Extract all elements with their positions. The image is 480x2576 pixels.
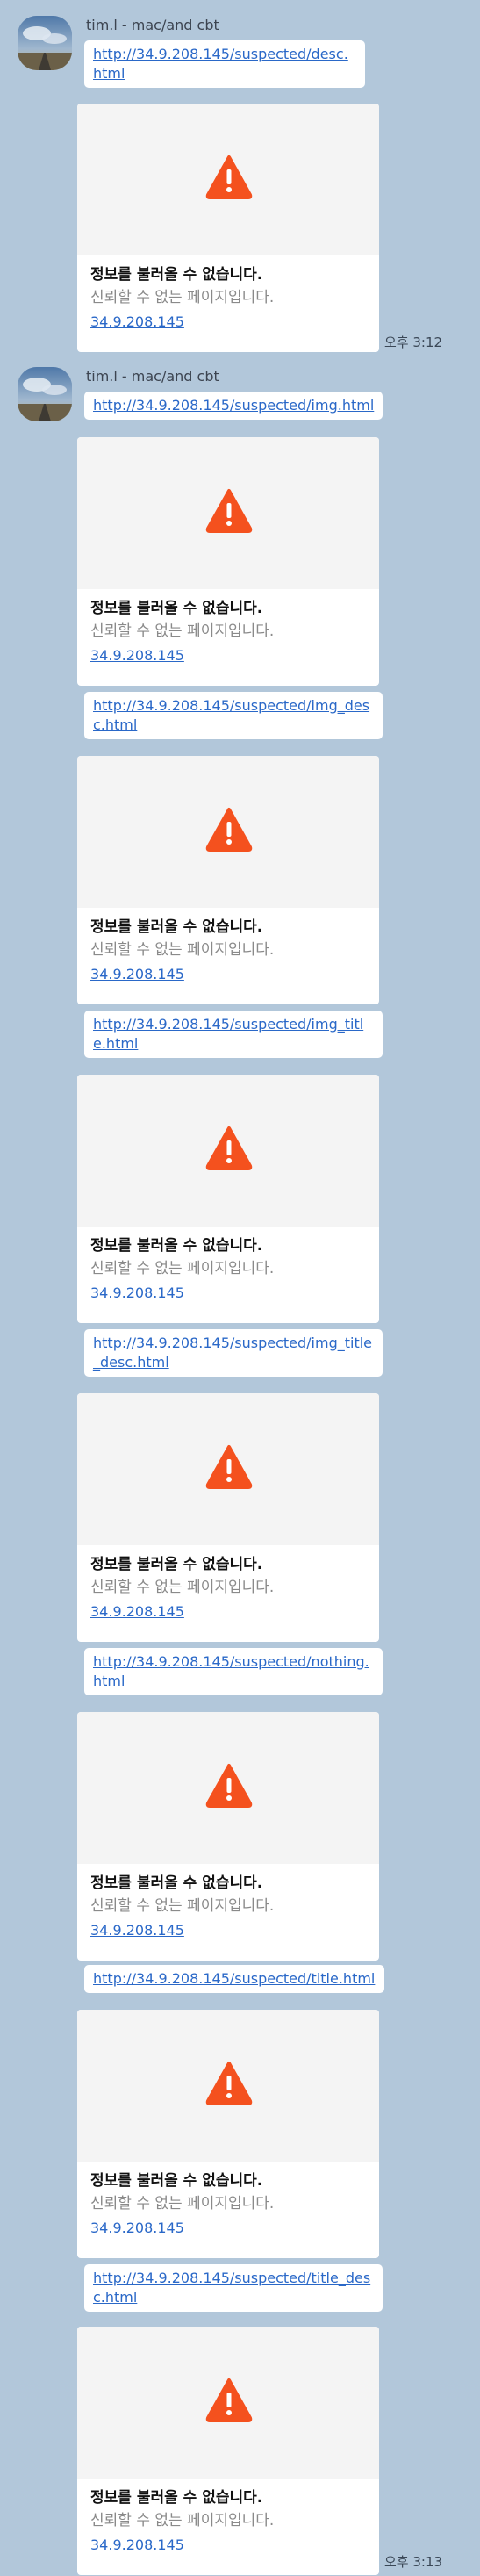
preview-domain-link[interactable]: 34.9.208.145	[90, 2216, 379, 2241]
preview-description: 신뢰할 수 없는 페이지입니다.	[90, 2195, 275, 2213]
link-preview-card[interactable]: 정보를 불러올 수 없습니다. 신뢰할 수 없는 페이지입니다. 34.9.20…	[77, 1712, 379, 1961]
warning-icon	[205, 2378, 253, 2422]
preview-image-area	[77, 1393, 379, 1545]
preview-domain-link[interactable]: 34.9.208.145	[90, 1600, 379, 1624]
preview-title: 정보를 불러올 수 없습니다.	[90, 2489, 263, 2507]
warning-icon	[205, 489, 253, 533]
link-preview-card[interactable]: 정보를 불러올 수 없습니다. 신뢰할 수 없는 페이지입니다. 34.9.20…	[77, 1075, 379, 1323]
preview-image-area	[77, 2327, 379, 2479]
landscape-avatar-icon	[18, 367, 72, 421]
preview-title: 정보를 불러올 수 없습니다.	[90, 2172, 263, 2190]
preview-image-area	[77, 756, 379, 908]
sender-name: tim.l - mac/and cbt	[86, 17, 219, 33]
link-preview-card[interactable]: 정보를 불러올 수 없습니다. 신뢰할 수 없는 페이지입니다. 34.9.20…	[77, 437, 379, 686]
preview-title: 정보를 불러올 수 없습니다.	[90, 266, 263, 284]
message-time: 오후 3:13	[384, 2554, 443, 2570]
preview-description: 신뢰할 수 없는 페이지입니다.	[90, 1579, 275, 1596]
preview-image-area	[77, 1712, 379, 1864]
preview-description: 신뢰할 수 없는 페이지입니다.	[90, 941, 275, 959]
preview-domain-link[interactable]: 34.9.208.145	[90, 644, 379, 668]
preview-domain-link[interactable]: 34.9.208.145	[90, 962, 379, 987]
link-message[interactable]: http://34.9.208.145/suspected/title.html	[84, 1965, 384, 1993]
landscape-avatar-icon	[18, 16, 72, 70]
preview-title: 정보를 불러올 수 없습니다.	[90, 918, 263, 936]
warning-icon	[205, 808, 253, 852]
preview-domain-link[interactable]: 34.9.208.145	[90, 1281, 379, 1306]
link-preview-card[interactable]: 정보를 불러올 수 없습니다. 신뢰할 수 없는 페이지입니다. 34.9.20…	[77, 104, 379, 352]
preview-title: 정보를 불러올 수 없습니다.	[90, 600, 263, 617]
preview-description: 신뢰할 수 없는 페이지입니다.	[90, 622, 275, 640]
preview-description: 신뢰할 수 없는 페이지입니다.	[90, 2512, 275, 2529]
warning-icon	[205, 2062, 253, 2105]
preview-title: 정보를 불러올 수 없습니다.	[90, 1874, 263, 1892]
link-message[interactable]: http://34.9.208.145/suspected/img_title_…	[84, 1329, 383, 1377]
preview-image-area	[77, 437, 379, 589]
preview-title: 정보를 불러올 수 없습니다.	[90, 1556, 263, 1573]
preview-image-area	[77, 104, 379, 255]
preview-domain-link[interactable]: 34.9.208.145	[90, 310, 379, 335]
sender-name: tim.l - mac/and cbt	[86, 368, 219, 385]
preview-image-area	[77, 1075, 379, 1227]
warning-icon	[205, 155, 253, 199]
warning-icon	[205, 1764, 253, 1808]
preview-domain-link[interactable]: 34.9.208.145	[90, 2533, 379, 2558]
link-message[interactable]: http://34.9.208.145/suspected/img_title.…	[84, 1011, 383, 1058]
link-preview-card[interactable]: 정보를 불러올 수 없습니다. 신뢰할 수 없는 페이지입니다. 34.9.20…	[77, 756, 379, 1004]
link-message[interactable]: http://34.9.208.145/suspected/desc.html	[84, 40, 365, 88]
warning-icon	[205, 1445, 253, 1489]
message-time: 오후 3:12	[384, 335, 443, 350]
link-preview-card[interactable]: 정보를 불러올 수 없습니다. 신뢰할 수 없는 페이지입니다. 34.9.20…	[77, 2327, 379, 2575]
preview-domain-link[interactable]: 34.9.208.145	[90, 1918, 379, 1943]
preview-description: 신뢰할 수 없는 페이지입니다.	[90, 1897, 275, 1915]
warning-icon	[205, 1126, 253, 1170]
preview-title: 정보를 불러올 수 없습니다.	[90, 1237, 263, 1255]
link-message[interactable]: http://34.9.208.145/suspected/title_desc…	[84, 2264, 383, 2312]
link-preview-card[interactable]: 정보를 불러올 수 없습니다. 신뢰할 수 없는 페이지입니다. 34.9.20…	[77, 1393, 379, 1642]
link-message[interactable]: http://34.9.208.145/suspected/nothing.ht…	[84, 1648, 383, 1695]
chat-window: tim.l - mac/and cbt http://34.9.208.145/…	[0, 0, 480, 2576]
link-message[interactable]: http://34.9.208.145/suspected/img.html	[84, 392, 383, 420]
preview-description: 신뢰할 수 없는 페이지입니다.	[90, 1260, 275, 1277]
preview-image-area	[77, 2010, 379, 2162]
link-message[interactable]: http://34.9.208.145/suspected/img_desc.h…	[84, 692, 383, 739]
link-preview-card[interactable]: 정보를 불러올 수 없습니다. 신뢰할 수 없는 페이지입니다. 34.9.20…	[77, 2010, 379, 2258]
preview-description: 신뢰할 수 없는 페이지입니다.	[90, 289, 275, 306]
sender-avatar[interactable]	[18, 367, 72, 421]
sender-avatar[interactable]	[18, 16, 72, 70]
